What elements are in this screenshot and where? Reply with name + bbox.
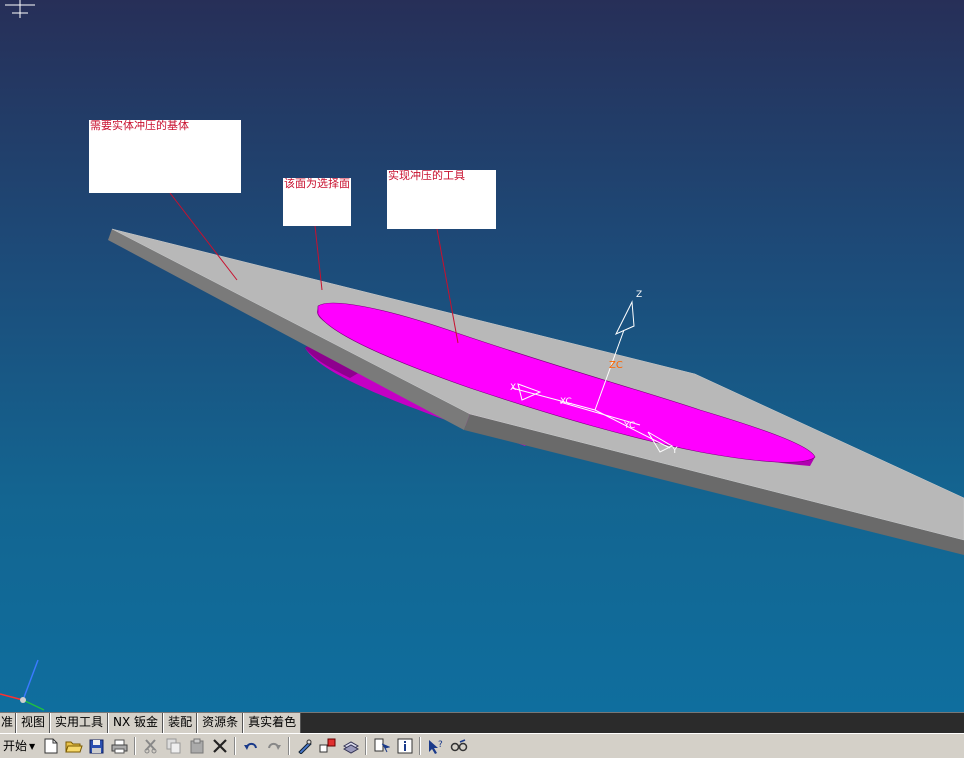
svg-text:?: ?	[438, 740, 443, 750]
axis-label-yc: YC	[623, 421, 635, 431]
tab-resource-bar[interactable]: 资源条	[197, 713, 244, 733]
axis-label-z: Z	[636, 290, 642, 300]
edit-object-icon[interactable]	[294, 736, 315, 757]
transform-icon[interactable]	[317, 736, 338, 757]
paste-icon[interactable]	[186, 736, 207, 757]
glasses-icon[interactable]	[448, 736, 469, 757]
toolbar-separator	[365, 737, 368, 755]
cut-icon[interactable]	[140, 736, 161, 757]
toolbar-separator	[134, 737, 137, 755]
toolbar-separator	[288, 737, 291, 755]
graphics-viewport[interactable]: Z ZC X XC Y YC 需要实体冲压的基体 该面为选择面 实现冲压的工具	[0, 0, 964, 712]
annotation-stamp-tool[interactable]: 实现冲压的工具	[387, 170, 496, 229]
print-icon[interactable]	[109, 736, 130, 757]
info-icon[interactable]	[394, 736, 415, 757]
view-triad-icon	[0, 659, 45, 711]
toolbar-separator	[419, 737, 422, 755]
open-folder-icon[interactable]	[63, 736, 84, 757]
axis-label-xc: XC	[560, 397, 572, 407]
chevron-down-icon: ▼	[29, 741, 36, 751]
layer-icon[interactable]	[340, 736, 361, 757]
toolbar-separator	[234, 737, 237, 755]
tab-view[interactable]: 视图	[16, 713, 51, 733]
save-icon[interactable]	[86, 736, 107, 757]
tab-nx-sheet-metal[interactable]: NX 钣金	[108, 713, 164, 733]
start-menu-button[interactable]: 开始 ▼	[0, 736, 39, 757]
tab-utilities[interactable]: 实用工具	[50, 713, 109, 733]
model-scene: Z ZC X XC Y YC	[0, 0, 964, 711]
undo-icon[interactable]	[240, 736, 261, 757]
axis-label-zc: ZC	[609, 360, 623, 371]
tab-standard[interactable]: 准	[0, 713, 17, 733]
new-file-icon[interactable]	[40, 736, 61, 757]
tab-true-shading[interactable]: 真实着色	[243, 713, 302, 733]
toolbar-tab-bar: 准 视图 实用工具 NX 钣金 装配 资源条 真实着色	[0, 712, 964, 733]
annotation-selected-face[interactable]: 该面为选择面	[283, 178, 351, 226]
info-pointer-icon[interactable]	[371, 736, 392, 757]
help-pointer-icon[interactable]: ?	[425, 736, 446, 757]
crosshair-icon	[5, 0, 35, 18]
redo-icon[interactable]	[263, 736, 284, 757]
axis-label-y: Y	[671, 446, 678, 456]
standard-toolbar: 开始 ▼ ?	[0, 733, 964, 758]
tab-assemblies[interactable]: 装配	[163, 713, 198, 733]
axis-label-x: X	[510, 383, 516, 393]
delete-icon[interactable]	[209, 736, 230, 757]
start-label: 开始	[3, 738, 28, 753]
annotation-base-body[interactable]: 需要实体冲压的基体	[89, 120, 241, 193]
copy-icon[interactable]	[163, 736, 184, 757]
